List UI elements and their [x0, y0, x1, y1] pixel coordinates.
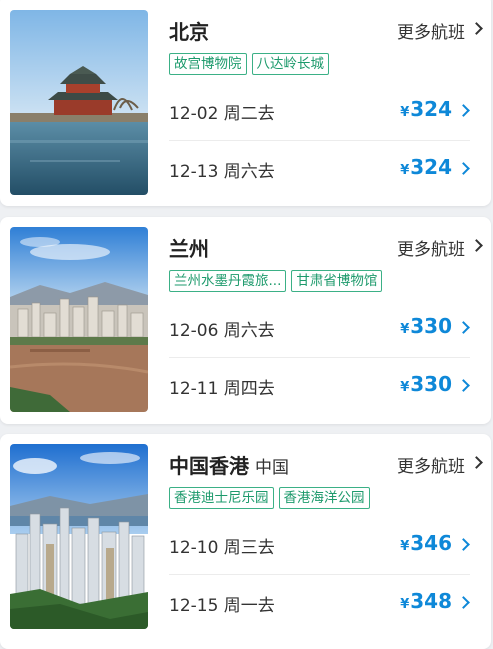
chevron-right-icon [470, 22, 483, 35]
chevron-right-icon [457, 596, 470, 609]
chevron-right-icon [457, 162, 470, 175]
currency-symbol: ¥ [400, 597, 410, 612]
more-flights-label: 更多航班 [397, 23, 465, 43]
attraction-tag[interactable]: 故宫博物院 [169, 53, 247, 75]
chevron-right-icon [457, 379, 470, 392]
currency-symbol: ¥ [400, 105, 410, 120]
chevron-right-icon [470, 239, 483, 252]
price-value: 330 [410, 314, 452, 338]
price-value: 330 [410, 372, 452, 396]
city-name: 兰州 [169, 233, 215, 262]
flight-price: ¥346 [400, 531, 452, 555]
more-flights-label: 更多航班 [397, 457, 465, 477]
attraction-tag[interactable]: 八达岭长城 [251, 53, 329, 75]
lanzhou-photo-image [10, 227, 148, 412]
attraction-tag[interactable]: 兰州水墨丹霞旅... [169, 270, 287, 292]
flight-option-row[interactable]: 12-13 周六去 ¥324 [169, 140, 470, 197]
city-name: 中国香港 中国 [169, 450, 289, 479]
chevron-right-icon [457, 104, 470, 117]
departure-date: 12-02 周二去 [169, 104, 275, 124]
more-flights-link[interactable]: 更多航班 [397, 235, 483, 260]
city-name-text: 中国香港 [169, 454, 249, 478]
destination-photo-lanzhou[interactable] [10, 227, 148, 412]
attraction-tag[interactable]: 甘肃省博物馆 [291, 270, 383, 292]
departure-date: 12-10 周三去 [169, 538, 275, 558]
more-flights-link[interactable]: 更多航班 [397, 452, 483, 477]
destination-card-lanzhou[interactable]: 兰州 更多航班 兰州水墨丹霞旅... 甘肃省博物馆 12-06 周六去 ¥330… [0, 217, 491, 424]
attraction-tags: 兰州水墨丹霞旅... 甘肃省博物馆 [169, 270, 383, 292]
city-name-text: 兰州 [169, 237, 209, 261]
city-name: 北京 [169, 16, 215, 45]
flight-option-row[interactable]: 12-10 周三去 ¥346 [169, 517, 470, 573]
more-flights-label: 更多航班 [397, 240, 465, 260]
attraction-tags: 故宫博物院 八达岭长城 [169, 53, 329, 75]
more-flights-link[interactable]: 更多航班 [397, 18, 483, 43]
destination-card-beijing[interactable]: 北京 更多航班 故宫博物院 八达岭长城 12-02 周二去 ¥324 12-13… [0, 0, 491, 206]
flight-price: ¥330 [400, 372, 452, 396]
flight-price: ¥324 [400, 97, 452, 121]
country-name: 中国 [255, 458, 289, 478]
price-value: 324 [410, 155, 452, 179]
attraction-tag[interactable]: 香港海洋公园 [278, 487, 370, 509]
currency-symbol: ¥ [400, 163, 410, 178]
departure-date: 12-13 周六去 [169, 162, 275, 182]
departure-date: 12-15 周一去 [169, 596, 275, 616]
flight-option-row[interactable]: 12-06 周六去 ¥330 [169, 300, 470, 356]
flight-price: ¥330 [400, 314, 452, 338]
city-name-text: 北京 [169, 20, 209, 44]
chevron-right-icon [457, 538, 470, 551]
destination-card-hongkong[interactable]: 中国香港 中国 更多航班 香港迪士尼乐园 香港海洋公园 12-10 周三去 ¥34… [0, 434, 491, 649]
price-value: 324 [410, 97, 452, 121]
flight-option-row[interactable]: 12-11 周四去 ¥330 [169, 357, 470, 414]
currency-symbol: ¥ [400, 380, 410, 395]
attraction-tags: 香港迪士尼乐园 香港海洋公园 [169, 487, 370, 509]
price-value: 348 [410, 589, 452, 613]
departure-date: 12-11 周四去 [169, 379, 275, 399]
destination-photo-beijing[interactable] [10, 10, 148, 195]
currency-symbol: ¥ [400, 322, 410, 337]
currency-symbol: ¥ [400, 539, 410, 554]
destination-photo-hongkong[interactable] [10, 444, 148, 629]
beijing-photo-image [10, 10, 148, 195]
flight-price: ¥348 [400, 589, 452, 613]
price-value: 346 [410, 531, 452, 555]
attraction-tag[interactable]: 香港迪士尼乐园 [169, 487, 274, 509]
flight-option-row[interactable]: 12-15 周一去 ¥348 [169, 574, 470, 631]
departure-date: 12-06 周六去 [169, 321, 275, 341]
chevron-right-icon [457, 321, 470, 334]
flight-price: ¥324 [400, 155, 452, 179]
flight-option-row[interactable]: 12-02 周二去 ¥324 [169, 83, 470, 139]
chevron-right-icon [470, 456, 483, 469]
hongkong-photo-image [10, 444, 148, 629]
